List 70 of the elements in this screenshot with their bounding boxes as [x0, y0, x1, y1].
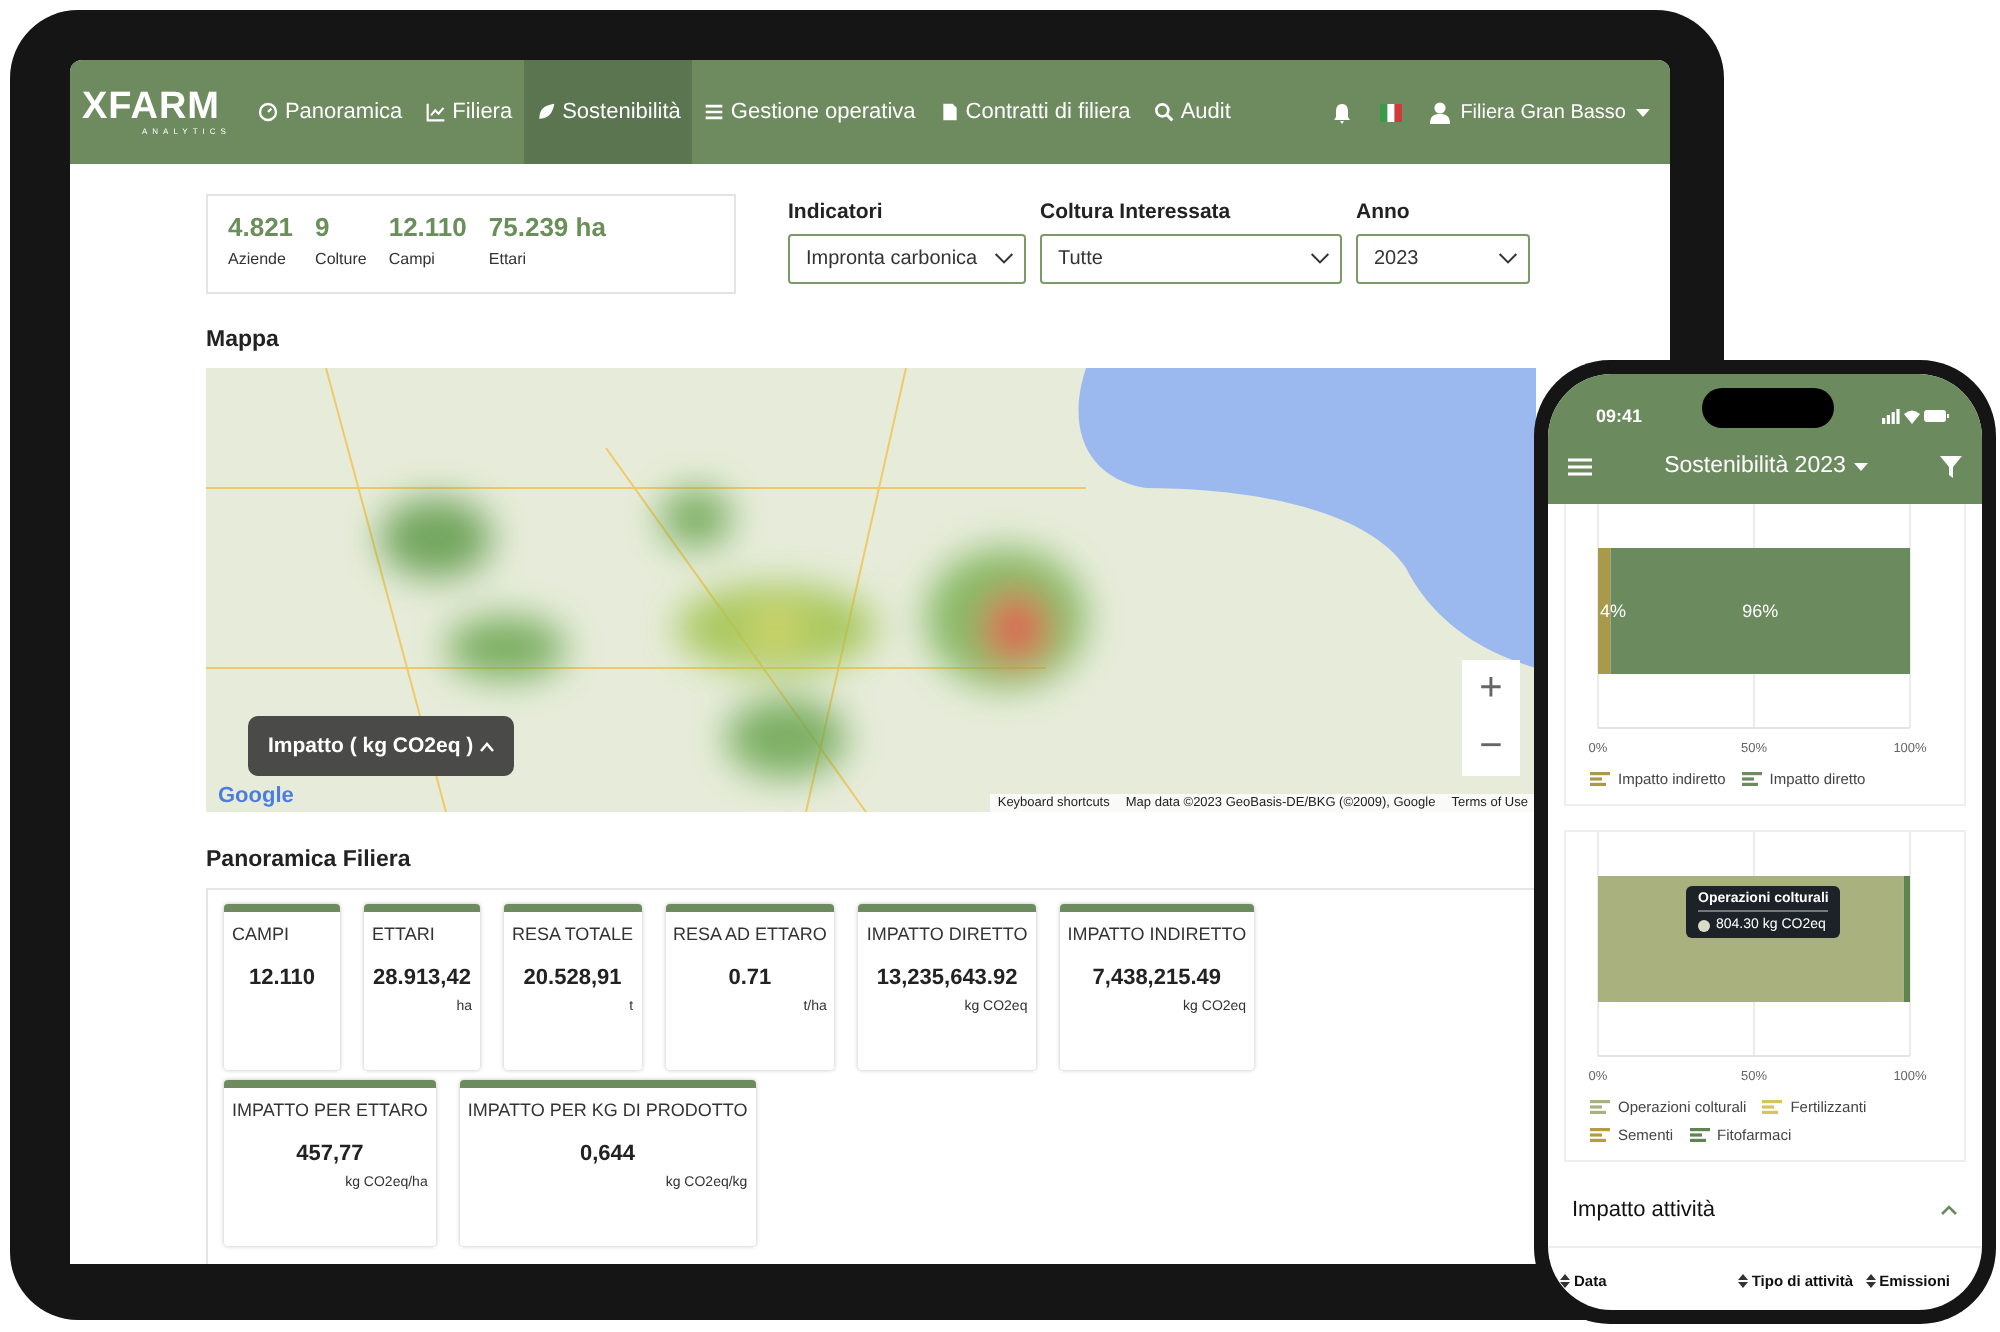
camera-notch — [1702, 388, 1834, 428]
metric-title: RESA AD ETTARO — [673, 924, 827, 944]
metric-value: 13,235,643.92 — [874, 966, 1020, 990]
nav-item[interactable]: Filiera — [414, 60, 525, 164]
metric-value: 20.528,91 — [521, 966, 624, 990]
nav-item[interactable]: Panoramica — [246, 60, 415, 164]
nav-item[interactable]: Contratti di filiera — [927, 60, 1143, 164]
dropdown-select[interactable]: Impronta carbonica — [788, 234, 1026, 284]
chevron-down-icon — [1310, 252, 1330, 266]
stat-label: Campi — [388, 250, 437, 268]
nav-item[interactable]: Sostenibilità — [524, 60, 693, 164]
user-icon — [1430, 101, 1451, 123]
bell-icon[interactable] — [1332, 101, 1353, 123]
metric-value: 28.913,42 — [372, 966, 472, 990]
stat-value: 12.110 — [388, 212, 467, 242]
nav-item[interactable]: Gestione operativa — [692, 60, 928, 164]
menu-icon[interactable] — [1568, 457, 1592, 475]
stat-label: Aziende — [228, 250, 288, 268]
chevron-down-icon — [994, 252, 1014, 266]
stat-value: 75.239 ha — [488, 212, 606, 242]
metric-value: 7,438,215.49 — [1090, 966, 1224, 990]
metric-title: CAMPI — [232, 924, 292, 944]
line-chart-icon — [426, 102, 447, 122]
status-time: 09:41 — [1596, 405, 1643, 425]
filter-label: Anno — [1356, 200, 1412, 224]
data-label: 96% — [1742, 601, 1779, 621]
filter-label: Indicatori — [788, 200, 885, 224]
logo[interactable]: XFARM — [82, 89, 220, 125]
leaf-icon — [536, 102, 557, 122]
menu-icon — [704, 102, 725, 122]
document-icon — [939, 102, 960, 122]
stat-label: Colture — [315, 250, 367, 268]
filter-label: Coltura Interessata — [1040, 200, 1233, 224]
stat-label: Ettari — [488, 250, 529, 268]
metric-title: IMPATTO PER ETTARO — [232, 1100, 428, 1120]
caret-down-icon — [1853, 461, 1868, 471]
stat-value: 9 — [315, 212, 332, 242]
nav-item[interactable]: Audit — [1142, 60, 1243, 164]
caret-down-icon — [1636, 107, 1650, 117]
caret-up-icon — [479, 741, 494, 751]
sort-icon — [1865, 1274, 1876, 1288]
sort-icon — [1560, 1274, 1570, 1288]
chevron-up-icon[interactable] — [1940, 1204, 1958, 1216]
gauge-icon — [258, 102, 279, 122]
map-drawing[interactable] — [206, 368, 1536, 812]
status-icons-drawing — [1882, 407, 1950, 423]
flag-icon[interactable] — [1380, 103, 1403, 121]
section-title: Impatto attività — [1572, 1198, 1716, 1222]
dropdown-select[interactable]: 2023 — [1356, 234, 1530, 284]
user-menu[interactable]: Filiera Gran Basso — [1430, 101, 1650, 123]
screen-title[interactable]: Sostenibilità 2023 — [1664, 454, 1868, 478]
sort-icon — [1737, 1274, 1748, 1288]
section-title: Mappa — [206, 328, 281, 352]
metric-title: ETTARI — [372, 924, 437, 944]
metric-value: 0,644 — [578, 1142, 638, 1166]
metric-value: 0.71 — [726, 966, 774, 990]
metric-title: IMPATTO PER KG DI PRODOTTO — [467, 1100, 748, 1120]
metric-value: 12.110 — [246, 966, 318, 990]
dropdown-select[interactable]: Tutte — [1040, 234, 1342, 284]
metric-title: IMPATTO DIRETTO — [866, 924, 1028, 944]
search-icon — [1154, 102, 1175, 122]
legend-toggle-button[interactable]: Impatto ( kg CO2eq ) — [248, 716, 514, 776]
chevron-down-icon — [1498, 252, 1518, 266]
data-label: 4% — [1600, 601, 1627, 621]
stat-value: 4.821 — [228, 212, 294, 242]
metric-value: 457,77 — [294, 1142, 366, 1166]
metric-title: RESA TOTALE — [512, 924, 634, 944]
filter-icon[interactable] — [1939, 455, 1962, 477]
metric-title: IMPATTO INDIRETTO — [1067, 924, 1247, 944]
section-title: Panoramica Filiera — [206, 848, 413, 872]
